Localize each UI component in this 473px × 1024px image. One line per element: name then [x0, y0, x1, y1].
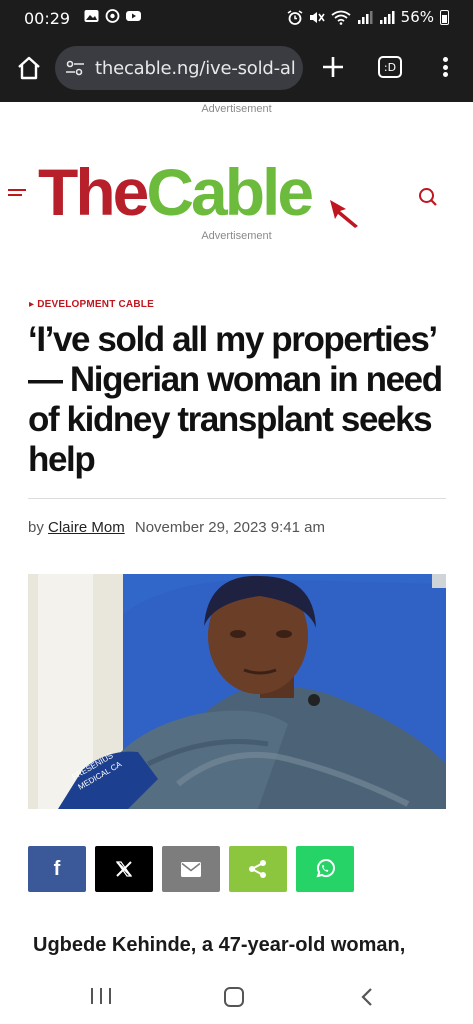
mute-icon [309, 11, 325, 23]
advertisement-label: Advertisement [201, 230, 272, 242]
alarm-icon [287, 9, 303, 25]
logo-cursor-icon [330, 200, 358, 228]
email-icon [181, 861, 201, 877]
recents-icon[interactable] [91, 988, 111, 1006]
status-bar: 00:29 56% [0, 0, 473, 36]
x-share-button[interactable] [95, 846, 153, 892]
home-nav-icon[interactable] [224, 987, 244, 1007]
tab-count-label: :D [383, 60, 397, 74]
tab-switcher-button[interactable]: :D [378, 56, 402, 78]
logo-cable: Cable [146, 155, 314, 229]
hamburger-menu-icon[interactable] [8, 189, 26, 201]
status-time: 00:29 [24, 9, 71, 28]
x-icon [115, 861, 133, 877]
signal-icon [379, 10, 395, 24]
logo-the: The [38, 155, 149, 229]
more-menu-icon[interactable] [437, 54, 453, 80]
share-buttons: f [28, 846, 354, 892]
byline: by Claire Mom November 29, 2023 9:41 am [28, 519, 325, 536]
author-link[interactable]: Claire Mom [48, 519, 125, 536]
youtube-icon [126, 11, 141, 21]
divider [28, 498, 446, 499]
signal-icon [357, 10, 373, 24]
battery-icon [440, 9, 449, 25]
facebook-icon: f [53, 857, 61, 880]
address-bar[interactable]: thecable.ng/ive-sold-al [55, 46, 303, 90]
whatsapp-icon [316, 859, 335, 878]
article-photo-illustration: FRESENIUS MEDICAL CA [28, 574, 446, 809]
advertisement-label: Advertisement [201, 103, 272, 115]
whatsapp-share-button[interactable] [296, 846, 354, 892]
new-tab-icon[interactable] [319, 53, 347, 81]
browser-toolbar: thecable.ng/ive-sold-al :D [0, 36, 473, 102]
home-icon[interactable] [14, 53, 44, 83]
wifi-icon [331, 10, 351, 25]
thecable-logo[interactable]: TheCable [38, 155, 314, 235]
article-lead-text: Ugbede Kehinde, a 47-year-old woman, [33, 934, 406, 956]
share-icon [249, 860, 266, 878]
share-button[interactable] [229, 846, 287, 892]
back-icon[interactable] [357, 986, 377, 1008]
gallery-icon [84, 10, 99, 22]
facebook-share-button[interactable]: f [28, 846, 86, 892]
article-headline: ‘I’ve sold all my properties’ — Nigerian… [28, 320, 443, 479]
article-photo: FRESENIUS MEDICAL CA [28, 574, 446, 809]
publish-date: November 29, 2023 9:41 am [134, 519, 325, 536]
byline-prefix: by [28, 519, 44, 536]
category-link[interactable]: ▸ DEVELOPMENT CABLE [29, 299, 154, 310]
email-share-button[interactable] [162, 846, 220, 892]
search-icon[interactable] [417, 186, 439, 208]
whatsapp-icon [105, 9, 120, 23]
url-text[interactable]: thecable.ng/ive-sold-al [95, 58, 296, 79]
status-right: 56% [287, 8, 449, 26]
site-settings-icon[interactable] [65, 60, 85, 76]
system-navigation-bar [0, 970, 473, 1024]
notification-icons [84, 9, 141, 23]
battery-percent: 56% [400, 8, 434, 26]
